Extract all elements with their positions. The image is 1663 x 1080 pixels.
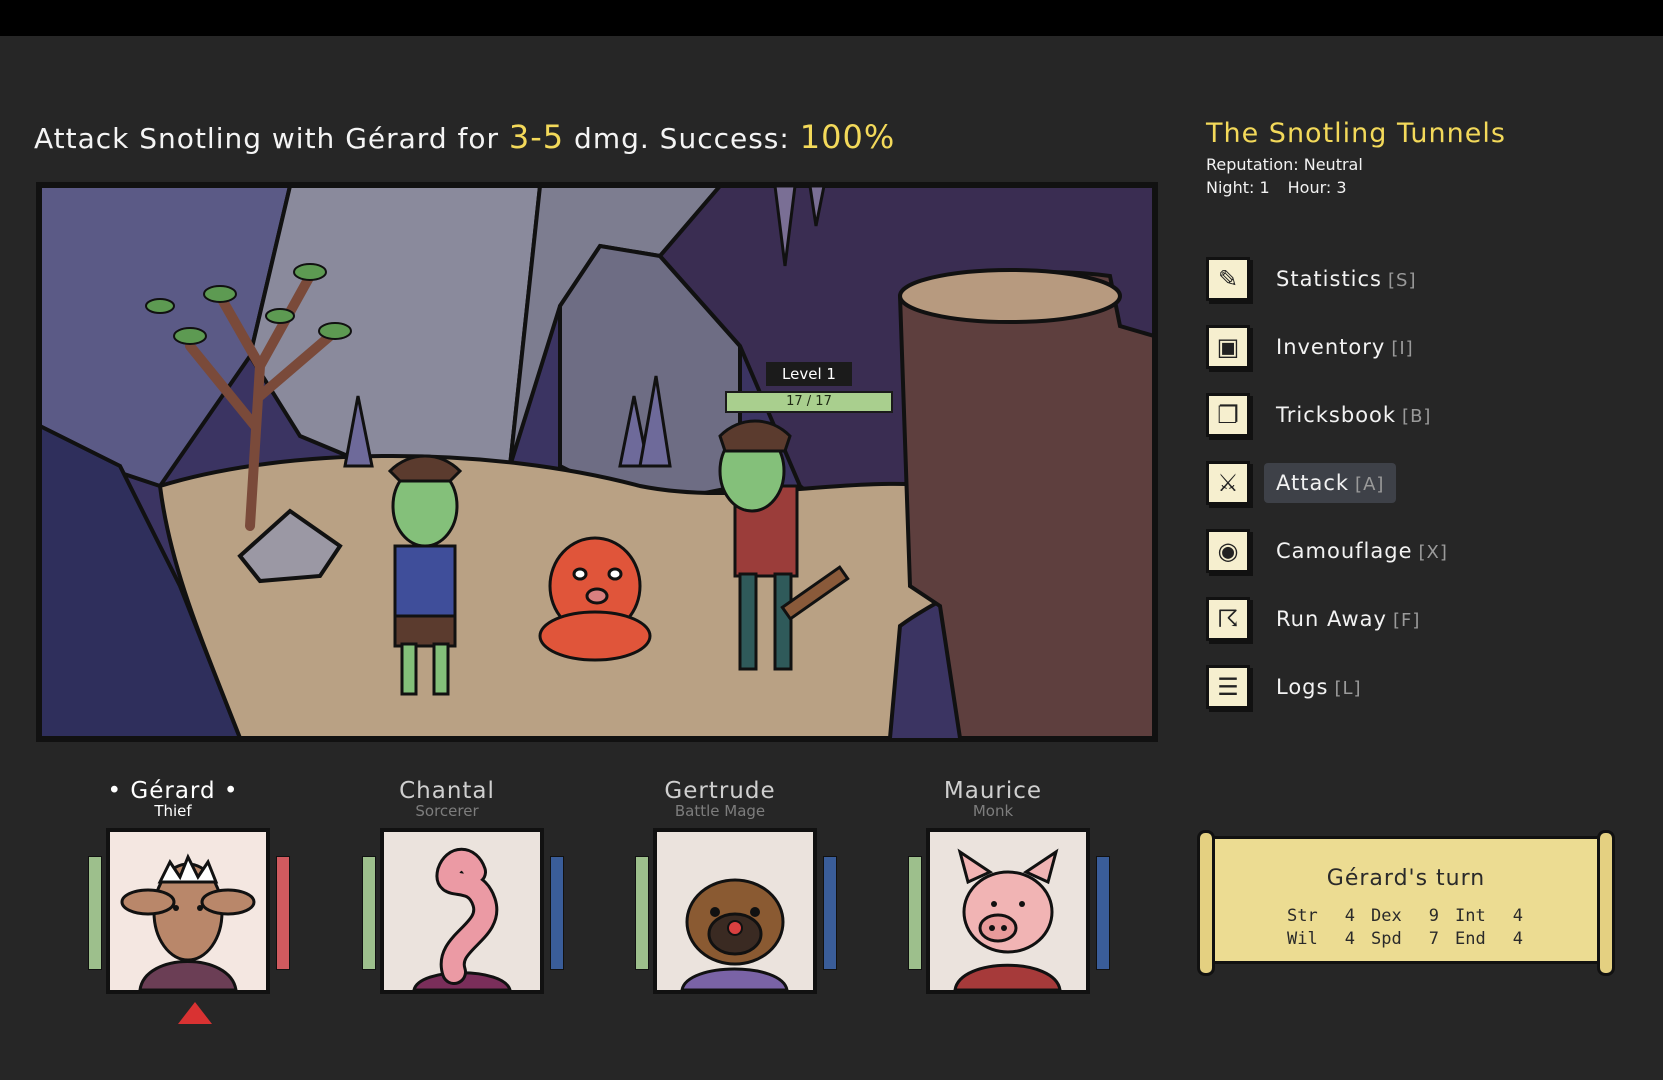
hotkey-hint: [I] xyxy=(1391,338,1414,359)
time-info: Night: 1 Hour: 3 xyxy=(1206,176,1626,199)
running-man-icon: ☈ xyxy=(1206,597,1250,641)
stat-label: Str xyxy=(1287,906,1318,926)
party-member-name: Gertrude xyxy=(664,778,776,804)
hotkey-hint: [A] xyxy=(1355,474,1385,495)
mask-icon: ◉ xyxy=(1206,529,1250,573)
stat-label: Int xyxy=(1455,906,1486,926)
menu-label: Inventory xyxy=(1276,335,1386,359)
hotkey-hint: [F] xyxy=(1392,610,1421,631)
stat-value: 4 xyxy=(1344,906,1355,926)
stat-label: Wil xyxy=(1287,929,1318,949)
success-chance: 100% xyxy=(799,118,896,156)
menu-inventory[interactable]: ▣ Inventory [I] xyxy=(1206,322,1460,372)
sheep-portrait xyxy=(106,828,270,994)
chest-icon: ▣ xyxy=(1206,325,1250,369)
party-member-chantal[interactable]: Chantal Sorcerer xyxy=(352,778,564,994)
health-bar xyxy=(908,856,922,970)
health-bar xyxy=(635,856,649,970)
menu-label: Tricksbook xyxy=(1276,403,1397,427)
menu-attack[interactable]: ⚔ Attack [A] xyxy=(1206,458,1460,508)
menu-tricksbook[interactable]: ❐ Tricksbook [B] xyxy=(1206,390,1460,440)
hour-counter: Hour: 3 xyxy=(1287,178,1347,197)
spellbook-icon: ❐ xyxy=(1206,393,1250,437)
menu-statistics[interactable]: ✎ Statistics [S] xyxy=(1206,254,1460,304)
battle-scene xyxy=(36,182,1158,742)
party-member-name: Maurice xyxy=(943,778,1043,804)
party-member-class: Thief xyxy=(154,802,192,820)
location-panel: The Snotling Tunnels Reputation: Neutral… xyxy=(1206,118,1626,199)
scroll-right-roll xyxy=(1597,830,1615,976)
menu-label: Camouflage xyxy=(1276,539,1413,563)
mana-bar xyxy=(1096,856,1110,970)
party-member-gerard[interactable]: • Gérard • Thief xyxy=(78,778,290,1024)
menu-logs[interactable]: ☰ Logs [L] xyxy=(1206,662,1460,712)
enemy-health-bar: 17 / 17 xyxy=(725,391,893,413)
party-member-class: Battle Mage xyxy=(674,802,766,820)
menu-run-away[interactable]: ☈ Run Away [F] xyxy=(1206,594,1460,644)
pug-portrait xyxy=(653,828,817,994)
menu-label: Statistics xyxy=(1276,267,1382,291)
stat-value: 9 xyxy=(1428,906,1439,926)
action-preview: Attack Snotling with Gérard for 3-5 dmg.… xyxy=(34,118,895,156)
menu-camouflage[interactable]: ◉ Camouflage [X] xyxy=(1206,526,1460,576)
hotkey-hint: [X] xyxy=(1418,542,1448,563)
sword-icon: ⚔ xyxy=(1206,461,1250,505)
mana-bar xyxy=(550,856,564,970)
health-bar xyxy=(362,856,376,970)
damage-range: 3-5 xyxy=(508,118,565,156)
hotkey-hint: [B] xyxy=(1402,406,1432,427)
action-text: Attack Snotling with Gérard for xyxy=(34,122,509,155)
mana-bar xyxy=(823,856,837,970)
party-member-maurice[interactable]: Maurice Monk xyxy=(898,778,1110,994)
reputation-text: Reputation: Neutral xyxy=(1206,155,1363,174)
hotkey-hint: [S] xyxy=(1388,270,1417,291)
menu-label: Run Away xyxy=(1276,607,1387,631)
night-counter: Night: 1 xyxy=(1206,178,1270,197)
action-text-mid: dmg. Success: xyxy=(564,122,800,155)
character-stats: Str 4 Dex 9 Int 4 Wil 4 Spd 7 End 4 xyxy=(1287,906,1539,952)
pig-portrait xyxy=(926,828,1090,994)
stat-value: 4 xyxy=(1512,929,1523,949)
parchment-icon: ☰ xyxy=(1206,665,1250,709)
scroll-quill-icon: ✎ xyxy=(1206,257,1250,301)
worm-portrait xyxy=(380,828,544,994)
party-member-name: • Gérard • xyxy=(107,778,239,804)
stat-value: 7 xyxy=(1428,929,1439,949)
stat-value: 4 xyxy=(1512,906,1523,926)
stat-value: 4 xyxy=(1344,929,1355,949)
stat-label: End xyxy=(1455,929,1486,949)
menu-label: Attack xyxy=(1276,471,1350,495)
mana-bar xyxy=(276,856,290,970)
scroll-left-roll xyxy=(1197,830,1215,976)
stat-label: Spd xyxy=(1371,929,1402,949)
hotkey-hint: [L] xyxy=(1334,678,1362,699)
party-member-class: Sorcerer xyxy=(415,802,479,820)
turn-info-scroll: Gérard's turn Str 4 Dex 9 Int 4 Wil 4 Spd 7 E… xyxy=(1197,830,1617,976)
health-bar xyxy=(88,856,102,970)
party-member-class: Monk xyxy=(972,802,1014,820)
action-menu: ✎ Statistics [S] ▣ Inventory [I] ❐ Tricksb… xyxy=(1206,254,1460,730)
party-member-name: Chantal xyxy=(399,778,495,804)
party-member-gertrude[interactable]: Gertrude Battle Mage xyxy=(625,778,837,994)
menu-label: Logs xyxy=(1276,675,1329,699)
top-bar xyxy=(0,0,1663,36)
stat-label: Dex xyxy=(1371,906,1402,926)
active-turn-marker xyxy=(178,1002,212,1024)
enemy-level-label: Level 1 xyxy=(766,362,852,386)
turn-title: Gérard's turn xyxy=(1326,866,1486,891)
location-title: The Snotling Tunnels xyxy=(1206,118,1506,149)
